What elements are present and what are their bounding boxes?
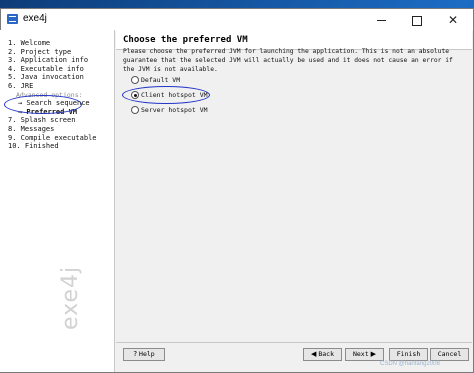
watermark-text: CSDN @hanfang2008 bbox=[380, 361, 440, 367]
help-button[interactable]: ? Help bbox=[123, 348, 165, 361]
close-icon: ✕ bbox=[447, 13, 459, 27]
step-messages[interactable]: 8. Messages bbox=[8, 125, 97, 134]
next-label: Next bbox=[352, 350, 369, 358]
steps-list: 1. Welcome 2. Project type 3. Applicatio… bbox=[8, 39, 97, 151]
maximize-button[interactable] bbox=[399, 9, 435, 31]
next-button[interactable]: Next ▶ bbox=[345, 348, 384, 361]
back-button[interactable]: ◀ Back bbox=[303, 348, 342, 361]
advanced-options-label: Advanced options: bbox=[16, 90, 83, 99]
cancel-label: Cancel bbox=[437, 350, 462, 358]
title-bar: exe4j ✕ bbox=[1, 9, 473, 31]
radio-default-vm[interactable]: Default VM bbox=[131, 76, 180, 84]
next-arrow-icon: ▶ bbox=[370, 350, 377, 358]
step-project-type[interactable]: 2. Project type bbox=[8, 48, 97, 57]
finish-button[interactable]: Finish bbox=[389, 348, 428, 361]
step-welcome[interactable]: 1. Welcome bbox=[8, 39, 97, 48]
radio-button[interactable] bbox=[131, 76, 139, 84]
finish-label: Finish bbox=[396, 350, 421, 358]
window-title: exe4j bbox=[23, 13, 47, 24]
step-finished[interactable]: 10. Finished bbox=[8, 142, 97, 151]
radio-label: Server hotspot VM bbox=[141, 106, 208, 114]
step-application-info[interactable]: 3. Application info bbox=[8, 56, 97, 65]
back-label: Back bbox=[318, 350, 335, 358]
radio-label: Default VM bbox=[141, 76, 181, 84]
step-compile-executable[interactable]: 9. Compile executable bbox=[8, 134, 97, 143]
radio-label: Client hotspot VM bbox=[141, 91, 208, 99]
help-icon: ? bbox=[133, 350, 138, 358]
page-title: Choose the preferred VM bbox=[123, 35, 248, 45]
step-search-sequence[interactable]: → Search sequence bbox=[8, 99, 97, 108]
close-button[interactable]: ✕ bbox=[435, 9, 471, 31]
minimize-icon bbox=[376, 20, 386, 21]
app-icon bbox=[7, 14, 18, 24]
cancel-button[interactable]: Cancel bbox=[430, 348, 469, 361]
exe4j-brand-watermark: exe4j bbox=[58, 265, 83, 330]
radio-button-selected[interactable] bbox=[131, 91, 139, 99]
step-splash-screen[interactable]: 7. Splash screen bbox=[8, 116, 97, 125]
radio-server-hotspot-vm[interactable]: Server hotspot VM bbox=[131, 106, 208, 114]
description-text: Please choose the preferred JVM for laun… bbox=[123, 48, 453, 73]
step-executable-info[interactable]: 4. Executable info bbox=[8, 65, 97, 74]
maximize-icon bbox=[412, 15, 422, 26]
radio-button[interactable] bbox=[131, 106, 139, 114]
step-jre[interactable]: 6. JRE bbox=[8, 82, 97, 91]
minimize-button[interactable] bbox=[363, 9, 399, 31]
radio-client-hotspot-vm[interactable]: Client hotspot VM bbox=[131, 91, 208, 99]
footer-divider bbox=[116, 342, 472, 343]
step-preferred-vm[interactable]: → Preferred VM bbox=[8, 108, 97, 117]
step-java-invocation[interactable]: 5. Java invocation bbox=[8, 73, 97, 82]
back-arrow-icon: ◀ bbox=[310, 350, 317, 358]
help-label: Help bbox=[139, 350, 155, 358]
steps-sidebar: 1. Welcome 2. Project type 3. Applicatio… bbox=[0, 30, 115, 372]
